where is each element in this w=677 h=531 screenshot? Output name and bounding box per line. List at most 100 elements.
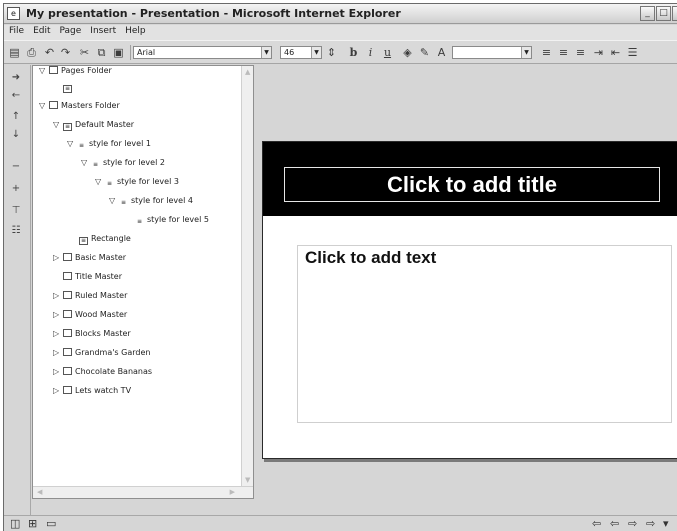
expand-icon[interactable]: ▽ xyxy=(109,193,119,209)
italic-button[interactable]: i xyxy=(363,45,378,60)
move-right-icon[interactable]: ➜ xyxy=(9,72,23,84)
redo-icon[interactable]: ↷ xyxy=(58,45,73,60)
tree-item-page[interactable]: ≡ xyxy=(63,79,75,95)
font-size-select[interactable]: 46 ▼ xyxy=(280,46,322,59)
maximize-button[interactable]: □ xyxy=(656,6,671,21)
outline-icon[interactable]: ☷ xyxy=(9,225,23,237)
bold-button[interactable]: b xyxy=(346,45,361,60)
tree-item-label: Wood Master xyxy=(75,310,128,319)
scroll-right-icon[interactable]: ▶ xyxy=(230,488,235,496)
underline-button[interactable]: u xyxy=(380,45,395,60)
color-select[interactable]: ▼ xyxy=(452,46,532,59)
line-color-icon[interactable]: ✎ xyxy=(417,45,432,60)
font-size-value: 46 xyxy=(284,48,295,57)
expand-icon[interactable]: ▷ xyxy=(53,326,63,342)
last-page-icon[interactable]: ⇨ xyxy=(646,518,655,530)
previous-page-icon[interactable]: ⇦ xyxy=(610,518,619,530)
tree-item-style-level-3[interactable]: ▽ ≡ style for level 3 xyxy=(95,174,179,190)
slide[interactable]: Click to add title Click to add text xyxy=(262,141,677,459)
chevron-down-icon[interactable]: ▼ xyxy=(311,47,321,58)
tree-item-style-level-4[interactable]: ▽ ≡ style for level 4 xyxy=(109,193,193,209)
chevron-down-icon[interactable]: ▼ xyxy=(261,47,271,58)
tree-item-wood-master[interactable]: ▷ Wood Master xyxy=(53,307,127,323)
expand-icon[interactable]: ▷ xyxy=(53,288,63,304)
slide-view-icon[interactable]: ◫ xyxy=(10,518,20,530)
cut-icon[interactable]: ✂ xyxy=(77,45,92,60)
tree-item-chocolate-bananas[interactable]: ▷ Chocolate Bananas xyxy=(53,364,152,380)
menu-help[interactable]: Help xyxy=(120,25,150,36)
expand-icon[interactable]: ▽ xyxy=(81,155,91,171)
tree-item-basic-master[interactable]: ▷ Basic Master xyxy=(53,250,126,266)
scroll-up-icon[interactable]: ▲ xyxy=(245,68,250,76)
tree-item-pages-folder[interactable]: ▽ Pages Folder xyxy=(39,66,112,79)
tree-item-default-master[interactable]: ▽ ≡ Default Master xyxy=(53,117,134,133)
outdent-icon[interactable]: ⇤ xyxy=(608,45,623,60)
expand-icon[interactable]: ▷ xyxy=(53,307,63,323)
style-icon: ≡ xyxy=(77,142,86,151)
font-name-select[interactable]: Arial ▼ xyxy=(133,46,272,59)
delete-icon[interactable]: − xyxy=(9,161,23,173)
menu-icon[interactable]: ▾ xyxy=(663,518,669,530)
scroll-left-icon[interactable]: ◀ xyxy=(37,488,42,496)
expand-icon[interactable]: ▷ xyxy=(53,345,63,361)
expand-icon[interactable]: ▽ xyxy=(39,98,49,114)
text-placeholder[interactable]: Click to add text xyxy=(297,245,672,423)
justify-icon[interactable]: ☰ xyxy=(625,45,640,60)
tree-item-style-level-5[interactable]: ≡ style for level 5 xyxy=(135,212,209,228)
expand-icon[interactable]: ▽ xyxy=(95,174,105,190)
move-up-icon[interactable]: ↑ xyxy=(9,111,23,123)
move-left-icon[interactable]: ← xyxy=(9,90,23,102)
menu-page[interactable]: Page xyxy=(55,25,86,36)
menu-file[interactable]: File xyxy=(4,25,28,36)
tree-item-style-level-2[interactable]: ▽ ≡ style for level 2 xyxy=(81,155,165,171)
indent-icon[interactable]: ⇥ xyxy=(591,45,606,60)
expand-icon[interactable]: ▽ xyxy=(53,117,63,133)
tree-item-ruled-master[interactable]: ▷ Ruled Master xyxy=(53,288,127,304)
menu-insert[interactable]: Insert xyxy=(85,25,120,36)
align-center-icon[interactable]: ≡ xyxy=(556,45,571,60)
tree-item-lets-watch-tv[interactable]: ▷ Lets watch TV xyxy=(53,383,131,399)
expand-icon[interactable]: ▷ xyxy=(53,250,63,266)
tree-item-grandmas-garden[interactable]: ▷ Grandma's Garden xyxy=(53,345,150,361)
move-down-icon[interactable]: ↓ xyxy=(9,129,23,141)
tree-item-title-master[interactable]: Title Master xyxy=(63,269,122,285)
tree-item-style-level-1[interactable]: ▽ ≡ style for level 1 xyxy=(67,136,151,152)
expand-icon[interactable]: ▷ xyxy=(53,383,63,399)
align-left-icon[interactable]: ≡ xyxy=(539,45,554,60)
tree-item-blocks-master[interactable]: ▷ Blocks Master xyxy=(53,326,131,342)
chevron-down-icon[interactable]: ▼ xyxy=(521,47,531,58)
text-color-icon[interactable]: A xyxy=(434,45,449,60)
expand-icon[interactable]: ▽ xyxy=(39,66,49,79)
tree-item-label: Pages Folder xyxy=(61,66,112,75)
ie-app-icon[interactable]: e xyxy=(7,7,20,20)
title-placeholder[interactable]: Click to add title xyxy=(284,167,660,202)
sorter-view-icon[interactable]: ⊞ xyxy=(28,518,37,530)
level-icon[interactable]: ⊤ xyxy=(9,205,23,217)
scroll-down-icon[interactable]: ▼ xyxy=(245,476,250,484)
add-icon[interactable]: + xyxy=(9,183,23,195)
align-right-icon[interactable]: ≡ xyxy=(573,45,588,60)
menu-edit[interactable]: Edit xyxy=(28,25,54,36)
undo-icon[interactable]: ↶ xyxy=(42,45,57,60)
master-icon xyxy=(63,272,72,280)
first-page-icon[interactable]: ⇦ xyxy=(592,518,601,530)
paste-icon[interactable]: ▣ xyxy=(111,45,126,60)
tree-item-label: style for level 1 xyxy=(89,139,151,148)
close-button[interactable]: ✕ xyxy=(672,6,677,21)
tree-horizontal-scrollbar[interactable]: ◀ ▶ xyxy=(33,486,253,498)
print-icon[interactable]: ⎙ xyxy=(24,45,39,60)
notes-view-icon[interactable]: ▭ xyxy=(46,518,56,530)
minimize-button[interactable]: _ xyxy=(640,6,655,21)
master-icon xyxy=(63,329,72,337)
size-stepper-icon[interactable]: ⇕ xyxy=(324,45,339,60)
browser-window: e My presentation - Presentation - Micro… xyxy=(3,3,677,531)
expand-icon[interactable]: ▽ xyxy=(67,136,77,152)
tree-vertical-scrollbar[interactable]: ▲ ▼ xyxy=(241,66,253,498)
next-page-icon[interactable]: ⇨ xyxy=(628,518,637,530)
tree-item-rectangle[interactable]: ≡ Rectangle xyxy=(79,231,131,247)
fill-color-icon[interactable]: ◈ xyxy=(400,45,415,60)
save-icon[interactable]: ▤ xyxy=(7,45,22,60)
copy-icon[interactable]: ⧉ xyxy=(94,45,109,60)
expand-icon[interactable]: ▷ xyxy=(53,364,63,380)
tree-item-masters-folder[interactable]: ▽ Masters Folder xyxy=(39,98,120,114)
